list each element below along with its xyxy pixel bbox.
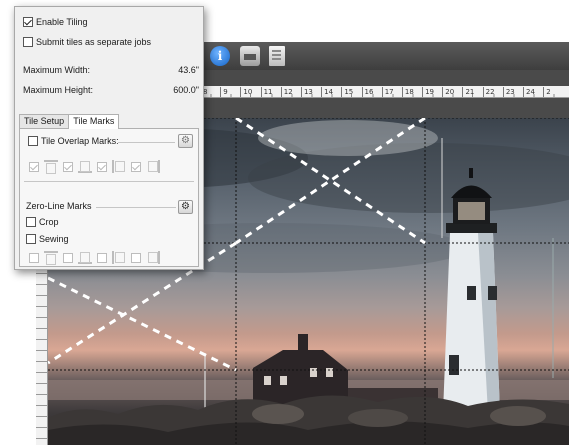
ruler-tick-label: 17 (381, 87, 402, 97)
tiling-panel: Enable Tiling Submit tiles as separate j… (14, 6, 204, 270)
gear-icon[interactable]: ⚙ (178, 134, 193, 148)
tile-overlap-checkbox[interactable] (28, 136, 38, 146)
submit-tiles-label: Submit tiles as separate jobs (36, 37, 152, 47)
max-width-label: Maximum Width: (23, 65, 91, 75)
ruler-tick-label: 23 (502, 87, 523, 97)
mark-top-icon (44, 160, 58, 174)
tile-overlap-row[interactable]: Tile Overlap Marks: (28, 136, 119, 146)
ruler-tick-label: 19 (422, 87, 443, 97)
submit-tiles-row[interactable]: Submit tiles as separate jobs (23, 37, 151, 47)
submit-tiles-checkbox[interactable] (23, 37, 33, 47)
zero-mark-top-checkbox[interactable] (29, 252, 39, 263)
zero-mark-right-checkbox[interactable] (131, 252, 141, 263)
mark-right-checkbox[interactable] (131, 161, 141, 172)
max-width-row: Maximum Width: 43.6" (23, 65, 199, 75)
overlap-mark-options (29, 160, 160, 174)
tile-overlap-label: Tile Overlap Marks: (41, 136, 119, 146)
group-divider (118, 142, 175, 143)
mark-top-checkbox[interactable] (29, 161, 39, 172)
ruler-tick-label: 15 (341, 87, 362, 97)
print-icon[interactable] (240, 46, 260, 66)
tile-marks-tab-content: Tile Overlap Marks: ⚙ Zero-Line Marks ⚙ (19, 128, 199, 267)
zero-line-row: Zero-Line Marks (26, 201, 92, 211)
zero-mark-right-icon (146, 251, 160, 264)
ruler-tick-label: 14 (321, 87, 342, 97)
horizontal-ruler: 8 9 10 11 12 13 14 15 16 17 18 19 20 21 22 23 24 2 (200, 86, 569, 98)
crop-checkbox[interactable] (26, 217, 36, 227)
ruler-tick-label: 24 (523, 87, 544, 97)
ruler-tick-label: 22 (482, 87, 503, 97)
mark-left-checkbox[interactable] (97, 161, 107, 172)
mark-bottom-icon (78, 160, 92, 173)
zero-mark-left-checkbox[interactable] (97, 252, 107, 263)
ruler-tick-label: 16 (361, 87, 382, 97)
crop-label: Crop (39, 217, 59, 227)
panel-tabs: Tile Setup Tile Marks (19, 114, 120, 129)
print-app-window: i 8 9 10 11 12 13 14 15 16 17 18 19 20 21 22 23 24 2 (0, 0, 569, 445)
mark-left-icon (112, 160, 126, 173)
enable-tiling-checkbox[interactable] (23, 17, 33, 27)
sewing-row[interactable]: Sewing (26, 234, 69, 244)
ruler-tick-label: 12 (280, 87, 301, 97)
crop-row[interactable]: Crop (26, 217, 59, 227)
ruler-tick-label: 9 (220, 87, 241, 97)
ruler-tick-label: 2 (543, 87, 564, 97)
sewing-label: Sewing (39, 234, 69, 244)
sewing-checkbox[interactable] (26, 234, 36, 244)
max-height-row: Maximum Height: 600.0" (23, 85, 199, 95)
document-icon[interactable] (269, 46, 285, 66)
zero-mark-left-icon (112, 251, 126, 264)
mark-bottom-checkbox[interactable] (63, 161, 73, 172)
ruler-tick-label: 11 (260, 87, 281, 97)
ruler-tick-label: 21 (462, 87, 483, 97)
enable-tiling-label: Enable Tiling (36, 17, 88, 27)
zero-mark-bottom-checkbox[interactable] (63, 252, 73, 263)
group-divider (24, 181, 194, 182)
ruler-tick-label: 10 (240, 87, 261, 97)
zero-line-label: Zero-Line Marks (26, 201, 92, 211)
gear-icon[interactable]: ⚙ (178, 200, 193, 214)
tab-tile-setup[interactable]: Tile Setup (19, 114, 70, 128)
enable-tiling-row[interactable]: Enable Tiling (23, 17, 88, 27)
max-height-label: Maximum Height: (23, 85, 94, 95)
tab-tile-marks[interactable]: Tile Marks (68, 114, 120, 129)
max-height-value: 600.0" (173, 85, 199, 95)
mark-right-icon (146, 160, 160, 173)
group-divider (96, 207, 176, 208)
zero-line-mark-options (29, 251, 160, 265)
max-width-value: 43.6" (178, 65, 199, 75)
zero-mark-top-icon (44, 251, 58, 265)
info-icon[interactable]: i (210, 46, 230, 66)
ruler-tick-label: 18 (401, 87, 423, 97)
ruler-tick-label: 13 (300, 87, 322, 97)
ruler-tick-label: 20 (442, 87, 463, 97)
zero-mark-bottom-icon (78, 251, 92, 264)
